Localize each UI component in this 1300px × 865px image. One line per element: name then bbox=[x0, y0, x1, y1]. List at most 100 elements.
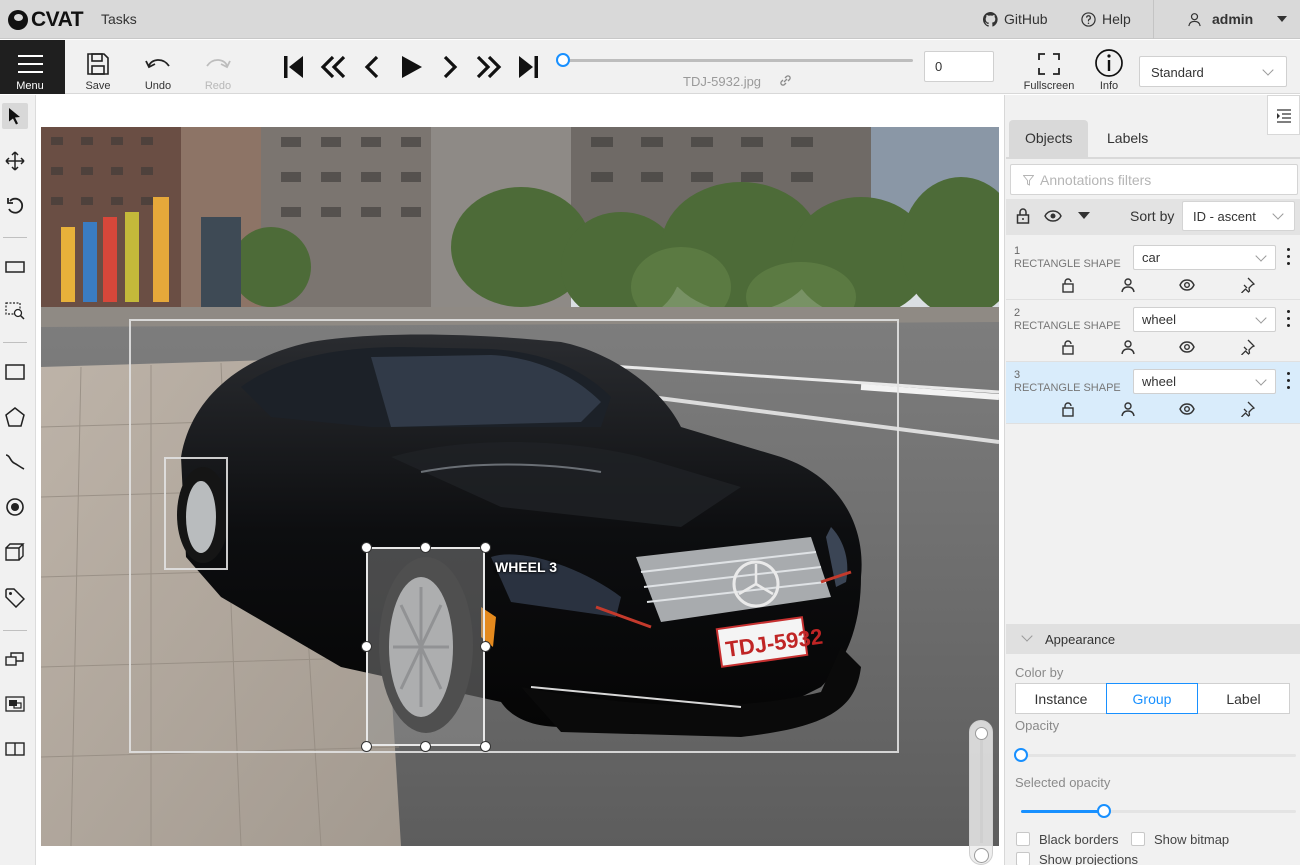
pin-icon[interactable] bbox=[1239, 277, 1255, 293]
car-bounding-box[interactable] bbox=[129, 319, 899, 753]
occluded-icon[interactable] bbox=[1120, 339, 1136, 355]
zoom-reset-icon[interactable] bbox=[974, 848, 989, 863]
color-by-group-button[interactable]: Group bbox=[1106, 683, 1198, 714]
object-id: 3 bbox=[1014, 369, 1021, 381]
workspace-value: Standard bbox=[1151, 65, 1204, 80]
color-by-instance-button[interactable]: Instance bbox=[1015, 683, 1107, 714]
help-link[interactable]: Help bbox=[1081, 11, 1131, 27]
zoom-region-tool[interactable] bbox=[2, 298, 28, 324]
more-options-icon[interactable] bbox=[1287, 248, 1291, 268]
chevron-down-icon bbox=[1272, 208, 1284, 220]
split-track-tool[interactable] bbox=[2, 736, 28, 762]
link-icon[interactable] bbox=[779, 74, 792, 87]
draw-polyline-tool[interactable] bbox=[2, 449, 28, 475]
resize-handle[interactable] bbox=[361, 741, 372, 752]
resize-handle[interactable] bbox=[480, 741, 491, 752]
wheel-bounding-box[interactable] bbox=[164, 457, 228, 570]
cvat-logo[interactable]: CVAT bbox=[8, 8, 84, 32]
frame-slider-handle[interactable] bbox=[556, 53, 570, 67]
appearance-collapse-header[interactable]: Appearance bbox=[1006, 624, 1300, 654]
move-tool[interactable] bbox=[2, 148, 28, 174]
undo-button[interactable]: Undo bbox=[130, 40, 186, 94]
draw-points-tool[interactable] bbox=[2, 494, 28, 520]
caret-down-icon[interactable] bbox=[1078, 212, 1090, 220]
fast-forward-icon[interactable] bbox=[474, 52, 504, 82]
tab-objects[interactable]: Objects bbox=[1009, 120, 1089, 157]
object-id: 2 bbox=[1014, 307, 1021, 319]
resize-handle[interactable] bbox=[361, 641, 372, 652]
user-menu[interactable]: admin bbox=[1187, 11, 1288, 27]
eye-all-icon[interactable] bbox=[1044, 210, 1062, 222]
info-button[interactable]: Info bbox=[1081, 40, 1137, 94]
frame-filename: TDJ-5932.jpg bbox=[683, 74, 762, 89]
draw-rectangle-tool[interactable] bbox=[2, 359, 28, 385]
selected-wheel-bounding-box[interactable] bbox=[366, 547, 485, 746]
color-by-label-button[interactable]: Label bbox=[1197, 683, 1290, 714]
sort-select[interactable]: ID - ascent bbox=[1182, 201, 1295, 231]
resize-handle[interactable] bbox=[361, 542, 372, 553]
more-options-icon[interactable] bbox=[1287, 372, 1291, 392]
object-label-select[interactable]: car bbox=[1133, 245, 1276, 270]
menu-button[interactable]: Menu bbox=[0, 40, 65, 94]
next-frame-icon[interactable] bbox=[435, 52, 465, 82]
opacity-slider-handle[interactable] bbox=[1014, 748, 1028, 762]
save-button[interactable]: Save bbox=[70, 40, 126, 94]
eye-icon[interactable] bbox=[1179, 339, 1195, 355]
fullscreen-button[interactable]: Fullscreen bbox=[1021, 40, 1077, 94]
redo-label: Redo bbox=[204, 80, 232, 92]
play-icon[interactable] bbox=[396, 52, 426, 82]
resize-handle[interactable] bbox=[420, 542, 431, 553]
sidebar-collapse-button[interactable] bbox=[1267, 95, 1300, 135]
cursor-tool[interactable] bbox=[2, 103, 28, 129]
show-bitmap-checkbox[interactable] bbox=[1131, 832, 1145, 846]
lock-icon[interactable] bbox=[1060, 339, 1076, 355]
redo-icon bbox=[206, 59, 231, 69]
group-shapes-tool[interactable] bbox=[2, 691, 28, 717]
zoom-slider[interactable] bbox=[969, 720, 993, 865]
first-frame-icon[interactable] bbox=[279, 52, 309, 82]
tab-labels[interactable]: Labels bbox=[1091, 120, 1164, 157]
resize-handle[interactable] bbox=[480, 641, 491, 652]
pin-icon[interactable] bbox=[1239, 339, 1255, 355]
eye-icon[interactable] bbox=[1179, 401, 1195, 417]
fit-image-tool[interactable] bbox=[2, 254, 28, 280]
object-item[interactable]: 2 RECTANGLE SHAPE wheel bbox=[1006, 300, 1300, 362]
eye-icon[interactable] bbox=[1179, 277, 1195, 293]
rotate-tool[interactable] bbox=[2, 193, 28, 219]
lock-icon[interactable] bbox=[1060, 277, 1076, 293]
selected-opacity-slider-handle[interactable] bbox=[1096, 804, 1111, 818]
github-link[interactable]: GitHub bbox=[983, 11, 1048, 27]
object-label-select[interactable]: wheel bbox=[1133, 369, 1276, 394]
polygon-icon bbox=[5, 407, 25, 427]
setup-tag-tool[interactable] bbox=[2, 585, 28, 611]
resize-handle[interactable] bbox=[420, 741, 431, 752]
lock-all-icon[interactable] bbox=[1016, 208, 1030, 224]
occluded-icon[interactable] bbox=[1120, 277, 1136, 293]
occluded-icon[interactable] bbox=[1120, 401, 1136, 417]
frame-number-input[interactable]: 0 bbox=[924, 51, 994, 82]
redo-button[interactable]: Redo bbox=[190, 40, 246, 94]
show-projections-checkbox[interactable] bbox=[1016, 852, 1030, 865]
black-borders-checkbox[interactable] bbox=[1016, 832, 1030, 846]
zoom-handle[interactable] bbox=[975, 727, 988, 740]
frame-slider-track[interactable] bbox=[563, 59, 913, 62]
draw-cuboid-tool[interactable] bbox=[2, 539, 28, 565]
merge-shapes-tool[interactable] bbox=[2, 646, 28, 672]
object-item[interactable]: 1 RECTANGLE SHAPE car bbox=[1006, 238, 1300, 300]
workspace-select[interactable]: Standard bbox=[1139, 56, 1287, 87]
opacity-slider-track[interactable] bbox=[1021, 754, 1296, 757]
resize-handle[interactable] bbox=[480, 542, 491, 553]
more-options-icon[interactable] bbox=[1287, 310, 1291, 330]
fast-backward-icon[interactable] bbox=[318, 52, 348, 82]
sort-value: ID - ascent bbox=[1193, 209, 1256, 224]
lock-icon[interactable] bbox=[1060, 401, 1076, 417]
last-frame-icon[interactable] bbox=[513, 52, 543, 82]
object-item-selected[interactable]: 3 RECTANGLE SHAPE wheel bbox=[1006, 362, 1300, 424]
tool-divider bbox=[3, 342, 27, 343]
previous-frame-icon[interactable] bbox=[357, 52, 387, 82]
object-label-select[interactable]: wheel bbox=[1133, 307, 1276, 332]
draw-polygon-tool[interactable] bbox=[2, 404, 28, 430]
annotations-filter-input[interactable]: Annotations filters bbox=[1010, 164, 1298, 195]
pin-icon[interactable] bbox=[1239, 401, 1255, 417]
tasks-link[interactable]: Tasks bbox=[101, 11, 137, 27]
